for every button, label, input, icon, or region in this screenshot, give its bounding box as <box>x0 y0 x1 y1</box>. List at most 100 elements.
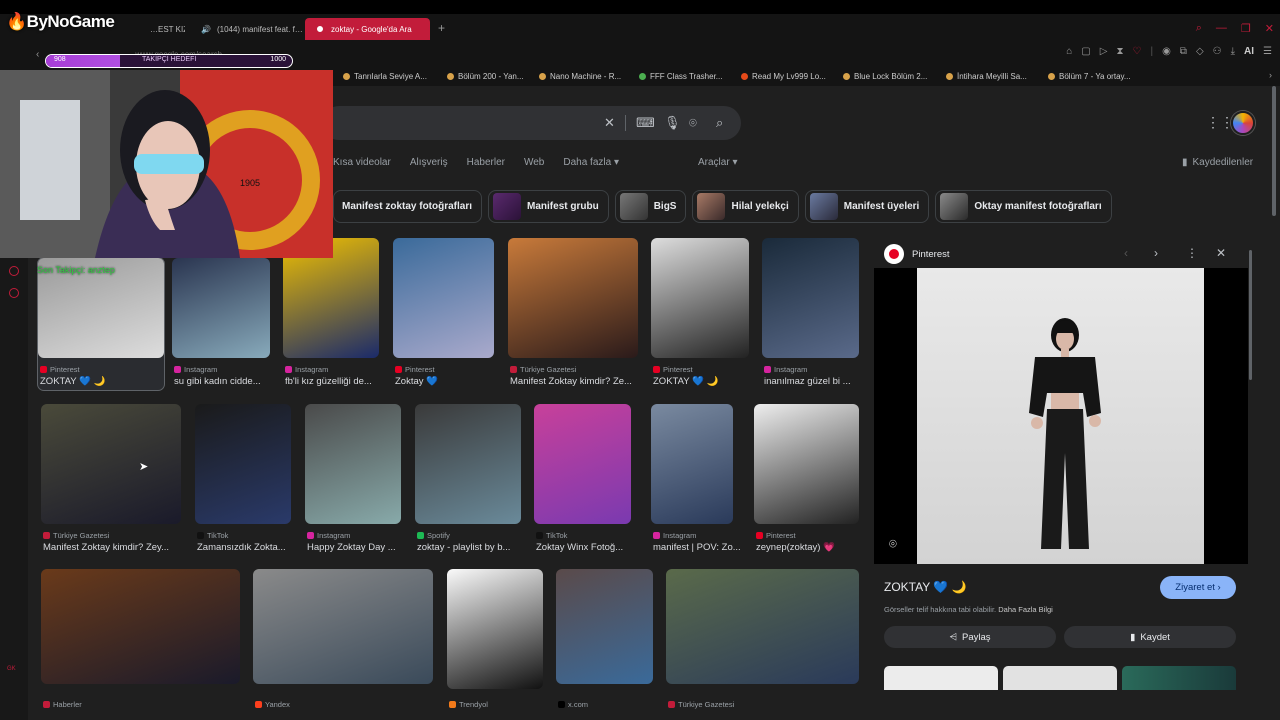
tab-more[interactable]: Daha fazla ▾ <box>563 157 619 168</box>
extensions-icon[interactable]: ⧉ <box>1180 46 1187 57</box>
page-scrollbar[interactable] <box>1272 86 1276 216</box>
related-thumbnail[interactable] <box>1003 666 1117 690</box>
preview-image[interactable]: ⌾ <box>874 268 1248 564</box>
close-icon[interactable]: ✕ <box>1265 22 1274 35</box>
new-tab-button[interactable]: + <box>430 21 453 35</box>
result-caption[interactable]: Zoktay Winx Fotoğ... <box>536 542 643 553</box>
maximize-icon[interactable]: ❐ <box>1241 22 1251 35</box>
lens-search-icon[interactable]: ⌾ <box>889 536 897 552</box>
result-caption[interactable]: Zoktay 💙 <box>395 376 506 387</box>
microphone-icon[interactable]: 🎙 <box>664 115 681 131</box>
image-result-card[interactable]: Pinterest ZOKTAY 💙 🌙 <box>37 257 165 391</box>
result-caption[interactable]: Manifest Zoktay kimdir? Ze... <box>510 376 650 387</box>
chip[interactable]: Manifest grubu <box>488 190 609 223</box>
image-result-card[interactable]: TikTok Zoktay Winx Fotoğ... <box>534 404 631 556</box>
tab-news[interactable]: Haberler <box>467 157 505 168</box>
result-caption[interactable]: ZOKTAY 💙 🌙 <box>40 376 176 387</box>
result-caption[interactable]: inanılmaz güzel bi ... <box>764 376 871 387</box>
download-icon[interactable]: ⤓ <box>1231 46 1235 57</box>
tab-manifest-kizi[interactable]: …EST KIZI <box>140 18 185 40</box>
search-bar[interactable]: ✕ ⌨ 🎙 ⌾ ⌕ <box>322 106 741 140</box>
sidebar-settings-icon[interactable] <box>9 288 19 298</box>
related-thumbnail[interactable] <box>1122 666 1236 690</box>
flow-icon[interactable]: ⧗ <box>1116 46 1123 57</box>
image-result-card[interactable]: Pinterest ZOKTAY 💙 🌙 <box>651 238 749 390</box>
bookmark-item[interactable]: Bölüm 7 - Ya ortay... <box>1048 72 1148 81</box>
chip[interactable]: BigS <box>614 190 687 223</box>
share-button[interactable]: ⩤ Paylaş <box>884 626 1056 648</box>
bookmark-item[interactable]: Blue Lock Bölüm 2... <box>843 72 946 81</box>
bookmark-item[interactable]: Nano Machine - R... <box>539 72 639 81</box>
image-result-card[interactable]: Instagram Happy Zoktay Day ... <box>305 404 401 556</box>
tab-shopping[interactable]: Alışveriş <box>410 157 448 168</box>
result-caption[interactable]: ZOKTAY 💙 🌙 <box>653 376 761 387</box>
chip[interactable]: Manifest zoktay fotoğrafları <box>333 190 483 223</box>
bookmark-item[interactable]: İntihara Meyilli Sa... <box>946 72 1048 81</box>
image-result-card[interactable]: Trendyol <box>447 569 543 720</box>
vpn-icon[interactable]: ◉ <box>1162 46 1171 57</box>
image-result-card[interactable]: Pinterest zeynep(zoktay) 💗 <box>754 404 859 556</box>
more-info-link[interactable]: Daha Fazla Bilgi <box>998 605 1053 614</box>
menu-icon[interactable]: ☰ <box>1263 46 1272 57</box>
saved-button[interactable]: ▮ Kaydedilenler <box>1182 157 1253 168</box>
back-icon[interactable]: ‹ <box>36 49 39 60</box>
image-result-card[interactable]: x.com <box>556 569 653 720</box>
tab-youtube[interactable]: 🔊 (1044) manifest feat. f… <box>185 18 305 40</box>
result-caption[interactable]: su gibi kadın cidde... <box>174 376 282 387</box>
chip[interactable]: Oktay manifest fotoğrafları <box>935 190 1112 223</box>
bookmark-item[interactable]: Bölüm 200 - Yan... <box>447 72 539 81</box>
visit-button[interactable]: Ziyaret et › <box>1160 576 1236 599</box>
search-icon[interactable]: ⌕ <box>716 115 723 131</box>
image-result-card[interactable]: Instagram inanılmaz güzel bi ... <box>762 238 859 390</box>
prev-icon[interactable]: ‹ <box>1124 246 1128 260</box>
keyboard-icon[interactable]: ⌨ <box>636 115 655 131</box>
result-caption[interactable]: fb'li kız güzelliği de... <box>285 376 391 387</box>
screenshot-icon[interactable]: ▢ <box>1081 46 1090 57</box>
result-caption[interactable]: zoktay - playlist by b... <box>417 542 533 553</box>
ai-button[interactable]: AI <box>1244 46 1254 57</box>
wallet-icon[interactable]: ◇ <box>1196 46 1204 57</box>
image-result-card[interactable]: Instagram fb'li kız güzelliği de... <box>283 238 379 390</box>
related-thumbnail[interactable] <box>884 666 998 690</box>
image-result-card[interactable]: Türkiye Gazetesi Manifest Zoktay kimdir? … <box>508 238 638 390</box>
minimize-icon[interactable]: — <box>1216 22 1227 34</box>
image-result-card[interactable]: Haberler <box>41 569 240 720</box>
result-caption[interactable]: zeynep(zoktay) 💗 <box>756 542 871 553</box>
result-caption[interactable]: Manifest Zoktay kimdir? Zey... <box>43 542 193 553</box>
bookmark-icon[interactable]: ⌂ <box>1066 46 1072 57</box>
tab-web[interactable]: Web <box>524 157 544 168</box>
image-result-card[interactable]: Türkiye Gazetesi Manifest Zoktay kimdir? … <box>41 404 181 556</box>
image-result-card[interactable]: Spotify zoktay - playlist by b... <box>415 404 521 556</box>
image-result-card[interactable]: Yandex <box>253 569 433 720</box>
account-avatar[interactable] <box>1231 111 1255 135</box>
close-preview-icon[interactable]: ✕ <box>1216 246 1226 260</box>
clear-icon[interactable]: ✕ <box>604 115 615 131</box>
image-result-card[interactable]: Pinterest Zoktay 💙 <box>393 238 494 390</box>
result-caption[interactable]: Zamansızdık Zokta... <box>197 542 303 553</box>
image-result-card[interactable]: Instagram su gibi kadın cidde... <box>172 258 270 390</box>
bookmark-item[interactable]: FFF Class Trasher... <box>639 72 741 81</box>
preview-scrollbar[interactable] <box>1249 250 1252 380</box>
result-caption[interactable]: Happy Zoktay Day ... <box>307 542 413 553</box>
save-button[interactable]: ▮ Kaydet <box>1064 626 1236 648</box>
bookmark-item[interactable]: Tanrılarla Seviye A... <box>343 72 447 81</box>
image-result-card[interactable]: TikTok Zamansızdık Zokta... <box>195 404 291 556</box>
lens-icon[interactable]: ⌾ <box>689 115 697 131</box>
search-tabs-icon[interactable]: ⌕ <box>1196 22 1202 35</box>
tab-short-videos[interactable]: Kısa videolar <box>333 157 391 168</box>
more-options-icon[interactable]: ⋮ <box>1186 246 1198 260</box>
bookmark-item[interactable]: Read My Lv999 Lo... <box>741 72 843 81</box>
next-icon[interactable]: › <box>1154 246 1158 260</box>
heart-icon[interactable]: ♡ <box>1132 46 1141 57</box>
chip[interactable]: Hilal yelekçi <box>692 190 799 223</box>
result-caption[interactable]: manifest | POV: Zo... <box>653 542 745 553</box>
bookmarks-overflow-icon[interactable]: › <box>1269 70 1272 80</box>
tab-google-search[interactable]: zoktay - Google'da Ara <box>305 18 430 40</box>
sidebar-app-icon[interactable] <box>9 266 19 276</box>
chip[interactable]: Manifest üyeleri <box>804 190 930 223</box>
profile-icon[interactable]: ⚇ <box>1213 46 1222 57</box>
play-icon[interactable]: ▷ <box>1100 46 1108 57</box>
image-result-card[interactable]: Instagram manifest | POV: Zo... <box>651 404 741 556</box>
tools-button[interactable]: Araçlar ▾ <box>698 157 737 168</box>
image-result-card[interactable]: Türkiye Gazetesi <box>666 569 859 720</box>
